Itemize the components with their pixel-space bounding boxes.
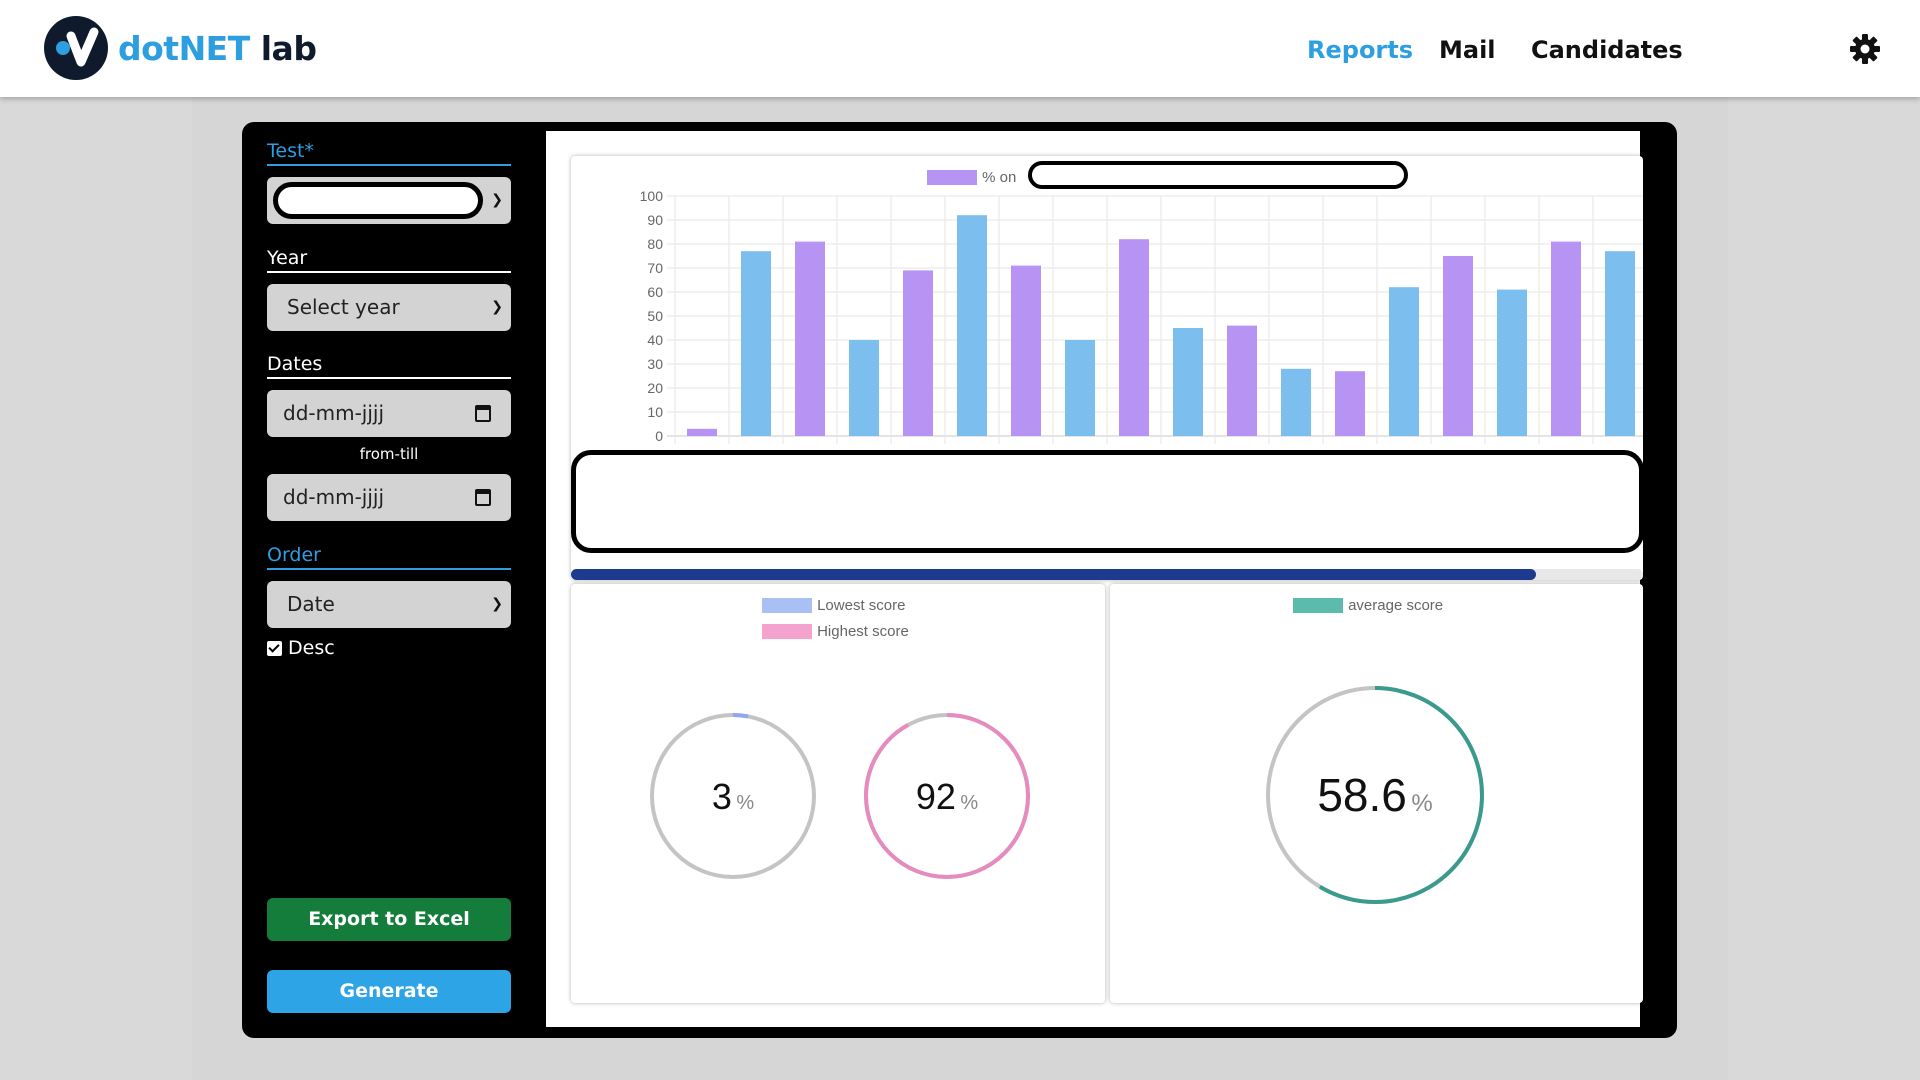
logo[interactable]: dotNET lab [44, 16, 317, 80]
generate-button[interactable]: Generate [267, 970, 511, 1013]
order-select-value: Date [287, 592, 335, 616]
y-tick-label: 60 [647, 284, 663, 300]
chart-bar[interactable] [1443, 256, 1473, 436]
chart-bar[interactable] [1065, 340, 1095, 436]
chart-bar[interactable] [1605, 251, 1635, 436]
chart-bar[interactable] [795, 241, 825, 436]
logo-text: dotNET lab [118, 28, 317, 68]
chart-bar[interactable] [903, 270, 933, 436]
desc-checkbox[interactable] [267, 640, 282, 656]
y-tick-label: 10 [647, 404, 663, 420]
chart-bar[interactable] [741, 251, 771, 436]
lowest-score-number: 3 [711, 776, 732, 817]
highest-score-number: 92 [915, 776, 956, 817]
nav-link-candidates[interactable]: Candidates [1531, 36, 1683, 64]
date-from-placeholder: dd-mm-jjjj [283, 401, 385, 425]
year-label: Year [267, 247, 308, 269]
chart-bar[interactable] [1227, 325, 1257, 436]
redacted-x-axis-labels [571, 450, 1644, 553]
dates-label: Dates [267, 353, 323, 375]
nav-link-reports[interactable]: Reports [1307, 36, 1413, 64]
dates-divider [267, 377, 511, 379]
y-tick-label: 0 [655, 428, 663, 444]
redacted-test-value [273, 182, 483, 219]
legend-swatch-percent [927, 170, 977, 185]
desc-label: Desc [288, 637, 335, 659]
y-tick-label: 50 [647, 308, 663, 324]
gear-icon[interactable] [1849, 33, 1881, 65]
date-till-placeholder: dd-mm-jjjj [283, 485, 385, 509]
y-tick-label: 70 [647, 260, 663, 276]
chevron-down-icon: ❯ [491, 596, 503, 612]
average-score-card: average score 58.6 % [1110, 584, 1643, 1003]
order-select[interactable]: Date ❯ [267, 581, 511, 628]
highest-score-unit: % [960, 792, 979, 814]
test-divider [267, 164, 511, 166]
date-from-input[interactable]: dd-mm-jjjj [267, 390, 511, 437]
order-label: Order [267, 544, 321, 566]
bar-chart: 0 10 20 30 40 50 60 70 80 90 100 [640, 188, 1643, 444]
average-score-value: 58.6 % [1275, 768, 1475, 822]
y-tick-label: 90 [647, 212, 663, 228]
chart-bar[interactable] [1173, 328, 1203, 436]
logo-text-lab: lab [249, 28, 317, 68]
calendar-icon[interactable] [475, 405, 491, 422]
chevron-down-icon: ❯ [491, 192, 503, 208]
year-select[interactable]: Select year ❯ [267, 284, 511, 331]
top-navbar: dotNET lab Reports Mail Candidates [0, 0, 1920, 97]
chart-bar[interactable] [1119, 239, 1149, 436]
date-till-input[interactable]: dd-mm-jjjj [267, 474, 511, 521]
low-high-score-card: Lowest score Highest score 3 % 92 % [571, 584, 1105, 1003]
chevron-down-icon: ❯ [491, 299, 503, 315]
bar-legend-label: % on [982, 169, 1017, 186]
chart-bar[interactable] [1281, 368, 1311, 436]
redacted-legend-text [1028, 161, 1408, 189]
y-tick-label: 80 [647, 236, 663, 252]
chart-bar[interactable] [1497, 289, 1527, 436]
chart-bar[interactable] [1335, 371, 1365, 436]
test-select[interactable]: ❯ [267, 177, 511, 224]
chart-bar[interactable] [1389, 287, 1419, 436]
test-label: Test* [267, 140, 314, 162]
scrollbar-thumb[interactable] [571, 569, 1536, 580]
from-till-label: from-till [359, 445, 419, 463]
year-divider [267, 271, 511, 273]
logo-mark-icon [44, 16, 108, 80]
logo-text-dotnet: dotNET [118, 28, 250, 68]
highest-score-value: 92 % [867, 776, 1027, 818]
chart-bar[interactable] [1551, 241, 1581, 436]
average-score-number: 58.6 [1317, 769, 1407, 821]
export-to-excel-button[interactable]: Export to Excel [267, 898, 511, 941]
chart-bar[interactable] [849, 340, 879, 436]
desc-option[interactable]: Desc [267, 637, 335, 659]
chart-bar[interactable] [687, 428, 717, 436]
lowest-score-value: 3 % [653, 776, 813, 818]
average-score-unit: % [1411, 790, 1433, 817]
lowest-score-unit: % [736, 792, 755, 814]
y-tick-label: 20 [647, 380, 663, 396]
chart-bar[interactable] [1011, 265, 1041, 436]
y-tick-label: 100 [640, 188, 664, 204]
chart-bar[interactable] [957, 215, 987, 436]
nav-link-mail[interactable]: Mail [1439, 36, 1496, 64]
order-divider [267, 568, 511, 570]
year-select-value: Select year [287, 295, 400, 319]
y-tick-label: 30 [647, 356, 663, 372]
y-tick-label: 40 [647, 332, 663, 348]
bar-chart-legend: % on [927, 167, 1016, 186]
calendar-icon[interactable] [475, 489, 491, 506]
